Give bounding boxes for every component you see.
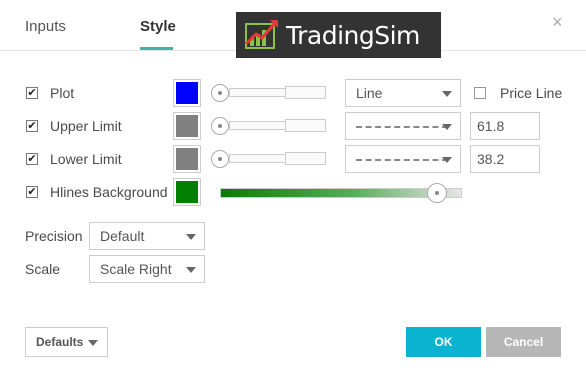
active-tab-indicator — [140, 47, 173, 50]
scale-label: Scale — [25, 261, 61, 277]
upper-limit-color-fill — [176, 115, 198, 137]
chevron-down-icon — [186, 267, 196, 273]
slider-knob[interactable] — [211, 150, 229, 168]
hlines-background-color-fill — [176, 181, 198, 203]
opacity-slider-knob[interactable] — [427, 183, 447, 203]
opacity-slider-track[interactable] — [220, 188, 462, 198]
lower-limit-color-fill — [176, 148, 198, 170]
slider-track — [229, 154, 285, 163]
plot-checkbox[interactable]: ✔ — [26, 87, 38, 99]
upper-limit-label: Upper Limit — [50, 118, 122, 134]
hlines-background-color-swatch[interactable] — [173, 178, 201, 206]
lower-limit-width-slider[interactable] — [211, 150, 326, 168]
slider-track — [229, 121, 285, 130]
lower-limit-value-input[interactable]: 38.2 — [470, 145, 540, 173]
chevron-down-icon — [442, 91, 452, 97]
plot-width-slider[interactable] — [211, 84, 326, 102]
plot-color-fill — [176, 82, 198, 104]
dashed-line-icon — [356, 126, 448, 128]
lower-limit-label: Lower Limit — [50, 151, 122, 167]
tab-inputs[interactable]: Inputs — [25, 18, 66, 35]
upper-limit-row: ✔ Upper Limit 61.8 — [0, 111, 586, 141]
plot-label: Plot — [50, 85, 75, 101]
lower-limit-color-swatch[interactable] — [173, 145, 201, 173]
precision-select[interactable]: Default — [89, 222, 205, 250]
tab-style[interactable]: Style — [140, 18, 176, 35]
upper-limit-checkbox[interactable]: ✔ — [26, 120, 38, 132]
ok-button[interactable]: OK — [406, 327, 481, 357]
slider-knob[interactable] — [211, 84, 229, 102]
scale-value: Scale Right — [100, 261, 172, 277]
upper-limit-width-slider[interactable] — [211, 117, 326, 135]
lower-limit-row: ✔ Lower Limit 38.2 — [0, 144, 586, 174]
cancel-button[interactable]: Cancel — [486, 327, 561, 357]
plot-style-select[interactable]: Line — [345, 79, 461, 107]
precision-label: Precision — [25, 228, 83, 244]
hlines-background-row: ✔ Hlines Background — [0, 177, 586, 207]
dashed-line-icon — [356, 159, 448, 161]
chevron-down-icon — [442, 157, 452, 163]
scale-select[interactable]: Scale Right — [89, 255, 205, 283]
plot-row: ✔ Plot Line Price Line — [0, 78, 586, 108]
slider-knob[interactable] — [211, 117, 229, 135]
price-line-checkbox[interactable] — [474, 87, 486, 99]
slider-track — [229, 88, 285, 97]
plot-style-value: Line — [356, 85, 383, 101]
lower-limit-checkbox[interactable]: ✔ — [26, 153, 38, 165]
defaults-button-label: Defaults — [36, 335, 84, 349]
upper-limit-linestyle-select[interactable] — [345, 112, 461, 140]
chevron-down-icon — [186, 234, 196, 240]
hlines-background-checkbox[interactable]: ✔ — [26, 186, 38, 198]
precision-value: Default — [100, 228, 145, 244]
slider-track-end — [285, 86, 326, 99]
logo-text: TradingSim — [286, 21, 420, 50]
chevron-down-icon — [88, 340, 98, 346]
upper-limit-value-input[interactable]: 61.8 — [470, 112, 540, 140]
slider-track-end — [285, 119, 326, 132]
price-line-label: Price Line — [500, 85, 563, 101]
slider-track-end — [285, 152, 326, 165]
defaults-button[interactable]: Defaults — [25, 327, 108, 357]
hlines-background-label: Hlines Background — [50, 184, 168, 200]
upper-limit-color-swatch[interactable] — [173, 112, 201, 140]
logo-chart-icon — [244, 20, 278, 49]
chevron-down-icon — [442, 124, 452, 130]
plot-color-swatch[interactable] — [173, 79, 201, 107]
close-icon[interactable]: × — [552, 12, 563, 33]
lower-limit-linestyle-select[interactable] — [345, 145, 461, 173]
tradingsim-logo: TradingSim — [236, 12, 441, 58]
